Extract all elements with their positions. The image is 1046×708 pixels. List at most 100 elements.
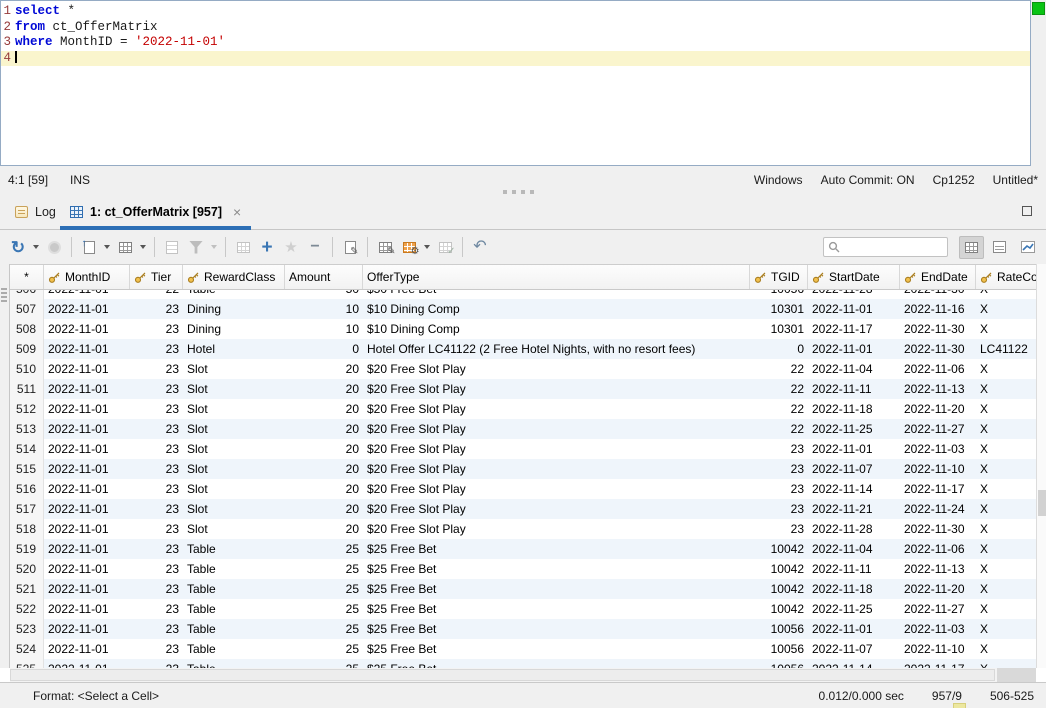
row-number[interactable]: 521 <box>10 579 44 599</box>
cell-tier[interactable]: 23 <box>130 459 183 479</box>
cell-ratecode[interactable]: X <box>976 539 1036 559</box>
cell-tier[interactable]: 23 <box>130 659 183 668</box>
cell-amount[interactable]: 25 <box>285 619 363 639</box>
table-row[interactable]: 5222022-11-0123Table25$25 Free Bet100422… <box>10 599 1036 619</box>
cell-ratecode[interactable]: X <box>976 399 1036 419</box>
row-number[interactable]: 518 <box>10 519 44 539</box>
cell-tier[interactable]: 23 <box>130 439 183 459</box>
column-header--[interactable]: * <box>10 265 44 289</box>
cell-enddate[interactable]: 2022-11-27 <box>900 599 976 619</box>
cell-tgid[interactable]: 23 <box>750 439 808 459</box>
cell-startdate[interactable]: 2022-11-01 <box>808 299 900 319</box>
cell-rewardclass[interactable]: Slot <box>183 459 285 479</box>
add-row-button[interactable]: + <box>255 235 279 259</box>
cell-offertype[interactable]: $25 Free Bet <box>363 659 750 668</box>
cell-offertype[interactable]: $25 Free Bet <box>363 599 750 619</box>
cell-amount[interactable]: 25 <box>285 559 363 579</box>
cell-offertype[interactable]: $20 Free Slot Play <box>363 459 750 479</box>
cell-offertype[interactable]: $20 Free Slot Play <box>363 399 750 419</box>
horizontal-scrollbar[interactable] <box>10 668 1036 682</box>
cell-ratecode[interactable]: X <box>976 659 1036 668</box>
cell-offertype[interactable]: $20 Free Slot Play <box>363 419 750 439</box>
cell-monthid[interactable]: 2022-11-01 <box>44 619 130 639</box>
code-line[interactable]: 2from ct_OfferMatrix <box>1 20 1030 36</box>
cell-tgid[interactable]: 22 <box>750 419 808 439</box>
cell-monthid[interactable]: 2022-11-01 <box>44 639 130 659</box>
row-number[interactable]: 523 <box>10 619 44 639</box>
cell-enddate[interactable]: 2022-11-24 <box>900 499 976 519</box>
cell-enddate[interactable]: 2022-11-13 <box>900 379 976 399</box>
cell-tgid[interactable]: 23 <box>750 459 808 479</box>
cell-rewardclass[interactable]: Slot <box>183 499 285 519</box>
cell-monthid[interactable]: 2022-11-01 <box>44 319 130 339</box>
cell-tgid[interactable]: 10056 <box>750 290 808 299</box>
cell-tier[interactable]: 22 <box>130 290 183 299</box>
cell-amount[interactable]: 20 <box>285 399 363 419</box>
cell-amount[interactable]: 10 <box>285 319 363 339</box>
cell-monthid[interactable]: 2022-11-01 <box>44 579 130 599</box>
cell-ratecode[interactable]: X <box>976 579 1036 599</box>
cell-monthid[interactable]: 2022-11-01 <box>44 519 130 539</box>
tab-result[interactable]: 1: ct_OfferMatrix [957] × <box>60 194 251 229</box>
row-number[interactable]: 515 <box>10 459 44 479</box>
cell-enddate[interactable]: 2022-11-30 <box>900 290 976 299</box>
cell-amount[interactable]: 20 <box>285 439 363 459</box>
table-row[interactable]: 5152022-11-0123Slot20$20 Free Slot Play2… <box>10 459 1036 479</box>
cell-startdate[interactable]: 2022-11-17 <box>808 319 900 339</box>
cell-monthid[interactable]: 2022-11-01 <box>44 339 130 359</box>
cell-amount[interactable]: 20 <box>285 379 363 399</box>
column-header-tier[interactable]: Tier <box>130 265 183 289</box>
table-row[interactable]: 5202022-11-0123Table25$25 Free Bet100422… <box>10 559 1036 579</box>
cell-startdate[interactable]: 2022-11-01 <box>808 619 900 639</box>
row-number[interactable]: 512 <box>10 399 44 419</box>
cell-rewardclass[interactable]: Dining <box>183 319 285 339</box>
grip-handle-icon[interactable] <box>0 264 9 302</box>
grid-viewport[interactable]: 5062022-11-0122Table50$50 Free Bet100562… <box>10 290 1036 668</box>
cell-monthid[interactable]: 2022-11-01 <box>44 539 130 559</box>
row-number[interactable]: 519 <box>10 539 44 559</box>
cell-rewardclass[interactable]: Table <box>183 619 285 639</box>
grid-settings-dropdown-icon[interactable] <box>421 235 433 259</box>
grid-view-button[interactable] <box>959 236 984 259</box>
cell-rewardclass[interactable]: Table <box>183 579 285 599</box>
cell-rewardclass[interactable]: Table <box>183 539 285 559</box>
cell-enddate[interactable]: 2022-11-17 <box>900 479 976 499</box>
cell-ratecode[interactable]: X <box>976 379 1036 399</box>
cell-tier[interactable]: 23 <box>130 479 183 499</box>
table-row[interactable]: 5162022-11-0123Slot20$20 Free Slot Play2… <box>10 479 1036 499</box>
undo-button[interactable]: ↶ <box>468 235 492 259</box>
row-number[interactable]: 513 <box>10 419 44 439</box>
row-number[interactable]: 524 <box>10 639 44 659</box>
cell-monthid[interactable]: 2022-11-01 <box>44 499 130 519</box>
cell-offertype[interactable]: $20 Free Slot Play <box>363 479 750 499</box>
table-row[interactable]: 5212022-11-0123Table25$25 Free Bet100422… <box>10 579 1036 599</box>
autocommit-status[interactable]: Auto Commit: ON <box>821 173 915 187</box>
row-number[interactable]: 506 <box>10 290 44 299</box>
cell-monthid[interactable]: 2022-11-01 <box>44 359 130 379</box>
table-row[interactable]: 5232022-11-0123Table25$25 Free Bet100562… <box>10 619 1036 639</box>
export-button[interactable]: ↑ <box>77 235 101 259</box>
cell-monthid[interactable]: 2022-11-01 <box>44 419 130 439</box>
table-row[interactable]: 5252022-11-0123Table25$25 Free Bet100562… <box>10 659 1036 668</box>
cell-ratecode[interactable]: LC41122 <box>976 339 1036 359</box>
cell-tier[interactable]: 23 <box>130 319 183 339</box>
code-line[interactable]: 3where MonthID = '2022-11-01' <box>1 35 1030 51</box>
cell-offertype[interactable]: $20 Free Slot Play <box>363 439 750 459</box>
grid-settings-button[interactable]: ⚙ <box>397 235 421 259</box>
cell-offertype[interactable]: $25 Free Bet <box>363 539 750 559</box>
cell-monthid[interactable]: 2022-11-01 <box>44 399 130 419</box>
table-row[interactable]: 5082022-11-0123Dining10$10 Dining Comp10… <box>10 319 1036 339</box>
cell-rewardclass[interactable]: Table <box>183 290 285 299</box>
tab-close-icon[interactable]: × <box>233 204 241 220</box>
row-number[interactable]: 509 <box>10 339 44 359</box>
cell-tgid[interactable]: 10056 <box>750 619 808 639</box>
row-number[interactable]: 508 <box>10 319 44 339</box>
horizontal-scrollbar-thumb[interactable] <box>10 669 995 681</box>
cell-ratecode[interactable]: X <box>976 419 1036 439</box>
cell-tgid[interactable]: 10301 <box>750 319 808 339</box>
cell-monthid[interactable]: 2022-11-01 <box>44 299 130 319</box>
cell-rewardclass[interactable]: Slot <box>183 359 285 379</box>
column-header-enddate[interactable]: EndDate <box>900 265 976 289</box>
encoding[interactable]: Cp1252 <box>933 173 975 187</box>
cell-tier[interactable]: 23 <box>130 639 183 659</box>
